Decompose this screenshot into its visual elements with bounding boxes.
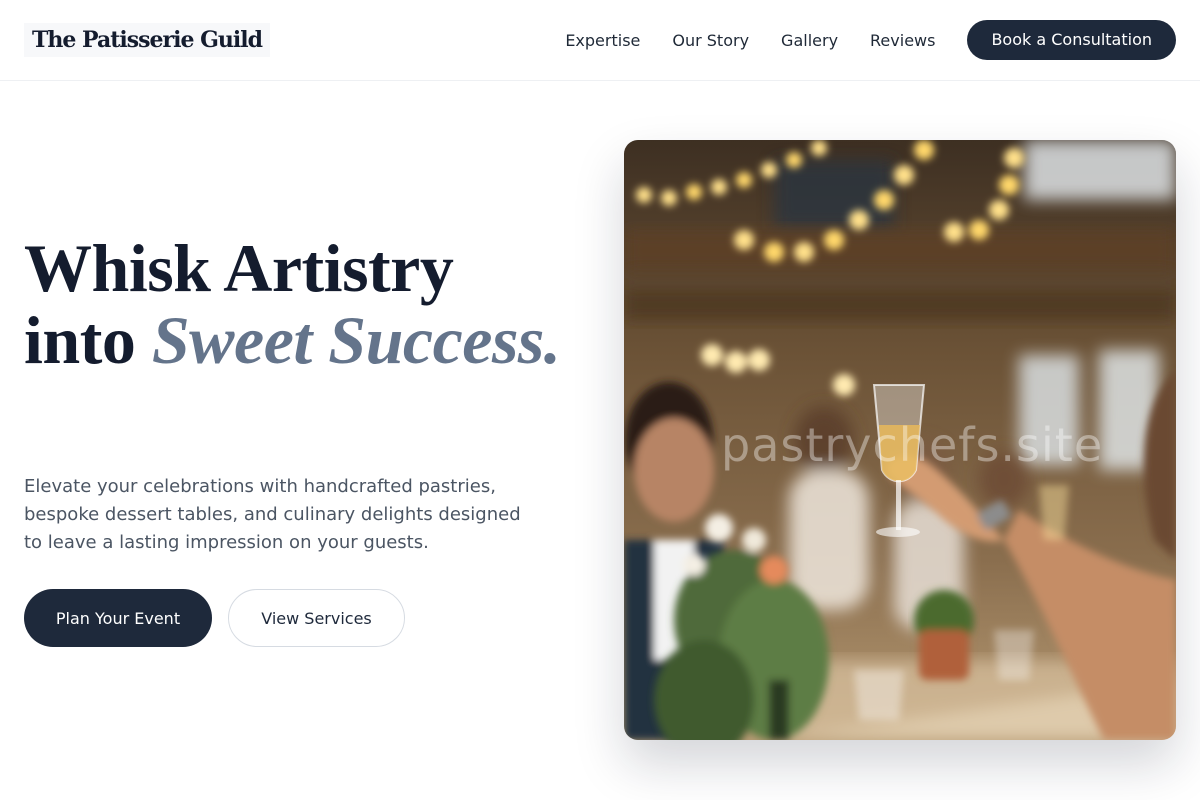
nav-link-reviews[interactable]: Reviews — [870, 31, 935, 50]
plan-event-button[interactable]: Plan Your Event — [24, 589, 212, 647]
headline-accent: Sweet Success. — [151, 302, 561, 378]
headline-into: into — [24, 302, 152, 378]
hero-description: Elevate your celebrations with handcraft… — [24, 476, 521, 553]
site-logo[interactable]: The Patisserie Guild — [24, 23, 271, 57]
headline-line-1: Whisk Artistry — [24, 230, 454, 306]
photo-watermark: pastrychefs.site — [721, 418, 1104, 472]
nav-link-gallery[interactable]: Gallery — [781, 31, 838, 50]
book-consultation-button[interactable]: Book a Consultation — [967, 20, 1176, 60]
hero-headline: Whisk Artistry into Sweet Success. — [24, 232, 584, 376]
view-services-button[interactable]: View Services — [228, 589, 405, 647]
site-header: The Patisserie Guild Expertise Our Story… — [0, 0, 1200, 81]
nav-link-expertise[interactable]: Expertise — [565, 31, 640, 50]
hero-photo: pastrychefs.site — [624, 140, 1176, 740]
main-nav: Expertise Our Story Gallery Reviews Book… — [565, 20, 1176, 60]
nav-link-our-story[interactable]: Our Story — [672, 31, 749, 50]
